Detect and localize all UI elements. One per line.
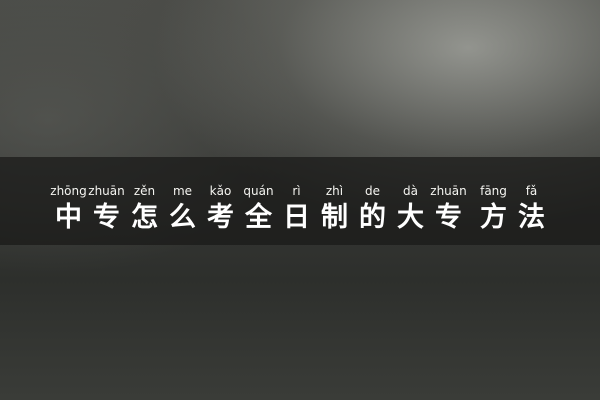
char-unit: de 的	[354, 184, 392, 234]
char-unit: fǎ 法	[513, 184, 551, 234]
char-unit: fāng 方	[475, 184, 513, 234]
hanzi: 法	[518, 202, 545, 233]
pinyin: fǎ	[525, 184, 538, 198]
pinyin: kǎo	[209, 184, 232, 198]
char-unit: kǎo 考	[202, 184, 240, 234]
pinyin: zhōng	[50, 184, 87, 198]
hanzi: 方	[480, 202, 507, 233]
pinyin: zhuān	[430, 184, 467, 198]
hanzi: 专	[435, 202, 462, 233]
pinyin: de	[365, 184, 380, 198]
hanzi: 的	[359, 202, 386, 233]
pinyin: quán	[243, 184, 274, 198]
pinyin: zhuān	[88, 184, 125, 198]
char-unit: zhōng 中	[50, 184, 88, 234]
hanzi: 怎	[131, 202, 158, 233]
pinyin: rì	[292, 184, 301, 198]
hanzi: 考	[207, 202, 234, 233]
hanzi: 专	[93, 202, 120, 233]
char-unit: me 么	[164, 184, 202, 234]
char-unit: zhuān 专	[88, 184, 126, 234]
hanzi: 制	[321, 202, 348, 233]
cover-image: { "title": { "characters": [ {"pinyin": …	[0, 0, 600, 400]
char-unit: rì 日	[278, 184, 316, 234]
pinyin: dà	[403, 184, 418, 198]
pinyin: zhì	[325, 184, 344, 198]
hanzi: 大	[397, 202, 424, 233]
pinyin: fāng	[480, 184, 507, 198]
hanzi: 中	[55, 202, 82, 233]
hanzi: 日	[283, 202, 310, 233]
pinyin: me	[172, 184, 193, 198]
char-unit: dà 大	[392, 184, 430, 234]
title-phrase: zhōng 中 zhuān 专 zěn 怎 me 么 kǎo 考 quán 全 …	[0, 184, 600, 234]
hanzi: 么	[169, 202, 196, 233]
char-unit: quán 全	[240, 184, 278, 234]
char-unit: zěn 怎	[126, 184, 164, 234]
char-unit: zhì 制	[316, 184, 354, 234]
pinyin: zěn	[133, 184, 156, 198]
hanzi: 全	[245, 202, 272, 233]
char-unit: zhuān 专	[430, 184, 468, 234]
